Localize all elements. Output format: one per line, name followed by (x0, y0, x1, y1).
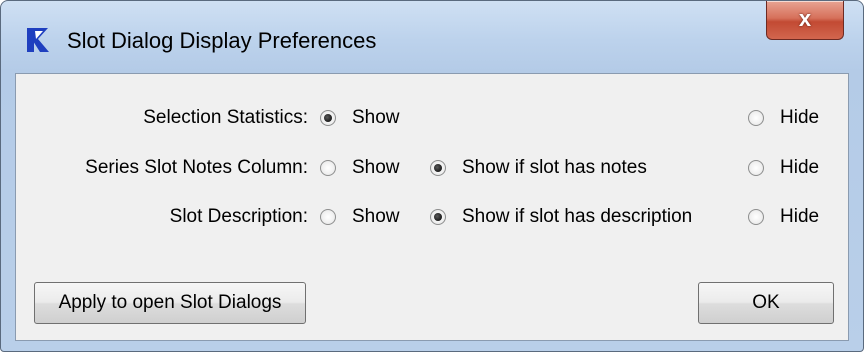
title-bar[interactable]: Slot Dialog Display Preferences x (1, 1, 863, 75)
series-notes-show-if-label[interactable]: Show if slot has notes (462, 156, 647, 180)
ok-button[interactable]: OK (698, 282, 834, 324)
apply-to-open-slot-dialogs-button[interactable]: Apply to open Slot Dialogs (34, 282, 306, 324)
slot-description-hide-radio[interactable] (748, 209, 764, 225)
series-slot-notes-label: Series Slot Notes Column: (85, 157, 308, 178)
close-icon: x (798, 6, 812, 31)
selection-statistics-show-radio[interactable] (320, 110, 336, 126)
series-notes-show-label[interactable]: Show (352, 156, 400, 180)
preferences-panel: Selection Statistics: Show Hide Series S… (15, 73, 849, 341)
series-notes-hide-label[interactable]: Hide (780, 156, 819, 180)
window-title: Slot Dialog Display Preferences (67, 28, 377, 53)
slot-description-show-if-label[interactable]: Show if slot has description (462, 205, 692, 229)
series-notes-show-if-radio[interactable] (430, 160, 446, 176)
series-notes-show-radio[interactable] (320, 160, 336, 176)
selection-statistics-show-label[interactable]: Show (352, 106, 400, 130)
slot-description-label: Slot Description: (169, 206, 308, 227)
slot-description-show-label[interactable]: Show (352, 205, 400, 229)
riverware-r-icon (27, 28, 49, 52)
close-button[interactable]: x (766, 1, 844, 40)
dialog-window: Slot Dialog Display Preferences x Select… (0, 0, 864, 352)
selection-statistics-hide-radio[interactable] (748, 110, 764, 126)
series-notes-hide-radio[interactable] (748, 160, 764, 176)
selection-statistics-hide-label[interactable]: Hide (780, 106, 819, 130)
slot-description-show-if-radio[interactable] (430, 209, 446, 225)
slot-description-show-radio[interactable] (320, 209, 336, 225)
selection-statistics-label: Selection Statistics: (143, 107, 308, 128)
slot-description-hide-label[interactable]: Hide (780, 205, 819, 229)
